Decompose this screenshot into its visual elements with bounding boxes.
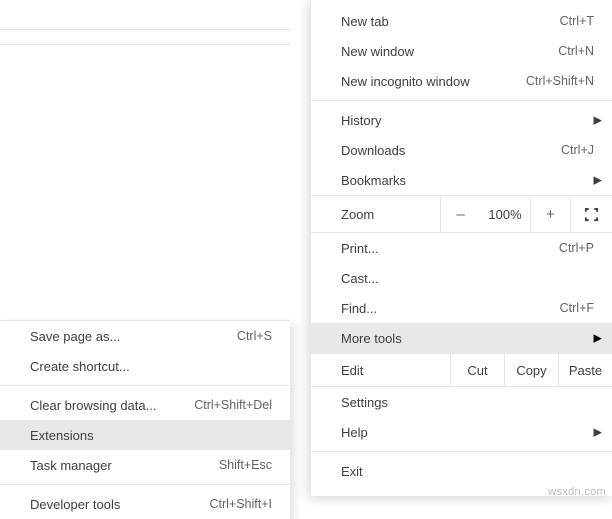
submenu-task-manager[interactable]: Task manager Shift+Esc <box>0 450 290 480</box>
menu-label: Extensions <box>30 428 272 443</box>
submenu-save-page[interactable]: Save page as... Ctrl+S <box>0 321 290 351</box>
menu-label: Help <box>341 425 594 440</box>
menu-label: Settings <box>341 395 594 410</box>
menu-exit[interactable]: Exit <box>311 456 612 486</box>
menu-print[interactable]: Print... Ctrl+P <box>311 233 612 263</box>
menu-label: Save page as... <box>30 329 237 344</box>
menu-shortcut: Ctrl+Shift+I <box>209 497 272 511</box>
menu-zoom-row: Zoom – 100% + <box>311 195 612 233</box>
menu-label: Exit <box>341 464 594 479</box>
chevron-right-icon: ▶ <box>594 332 602 345</box>
menu-more-tools[interactable]: More tools ▶ <box>311 323 612 353</box>
menu-label: History <box>341 113 594 128</box>
menu-history[interactable]: History ▶ <box>311 105 612 135</box>
zoom-in-button[interactable]: + <box>530 196 570 232</box>
menu-shortcut: Ctrl+P <box>559 241 594 255</box>
separator <box>311 451 612 452</box>
menu-label: Clear browsing data... <box>30 398 194 413</box>
menu-shortcut: Ctrl+J <box>561 143 594 157</box>
menu-label: Find... <box>341 301 560 316</box>
zoom-out-button[interactable]: – <box>440 196 480 232</box>
submenu-create-shortcut[interactable]: Create shortcut... <box>0 351 290 381</box>
separator <box>0 484 290 485</box>
submenu-extensions[interactable]: Extensions <box>0 420 290 450</box>
menu-new-tab[interactable]: New tab Ctrl+T <box>311 6 612 36</box>
menu-settings[interactable]: Settings <box>311 387 612 417</box>
menu-cast[interactable]: Cast... <box>311 263 612 293</box>
watermark: wsxdn.com <box>548 486 606 498</box>
fullscreen-button[interactable] <box>570 196 612 232</box>
submenu-clear-data[interactable]: Clear browsing data... Ctrl+Shift+Del <box>0 390 290 420</box>
menu-shortcut: Ctrl+N <box>558 44 594 58</box>
edit-label: Edit <box>341 363 450 378</box>
menu-new-incognito[interactable]: New incognito window Ctrl+Shift+N <box>311 66 612 96</box>
submenu-developer-tools[interactable]: Developer tools Ctrl+Shift+I <box>0 489 290 519</box>
menu-label: Developer tools <box>30 497 209 512</box>
menu-label: Cast... <box>341 271 594 286</box>
toolbar-fragment-2 <box>0 35 290 45</box>
menu-new-window[interactable]: New window Ctrl+N <box>311 36 612 66</box>
menu-shortcut: Ctrl+Shift+Del <box>194 398 272 412</box>
chevron-right-icon: ▶ <box>594 114 602 127</box>
paste-button[interactable]: Paste <box>558 354 612 386</box>
menu-label: Bookmarks <box>341 173 594 188</box>
more-tools-submenu: Save page as... Ctrl+S Create shortcut..… <box>0 320 290 519</box>
menu-label: Print... <box>341 241 559 256</box>
copy-button[interactable]: Copy <box>504 354 558 386</box>
menu-label: New tab <box>341 14 560 29</box>
menu-shortcut: Ctrl+S <box>237 329 272 343</box>
chevron-right-icon: ▶ <box>594 174 602 187</box>
menu-help[interactable]: Help ▶ <box>311 417 612 447</box>
menu-downloads[interactable]: Downloads Ctrl+J <box>311 135 612 165</box>
menu-label: More tools <box>341 331 594 346</box>
menu-label: Create shortcut... <box>30 359 272 374</box>
chevron-right-icon: ▶ <box>594 426 602 439</box>
toolbar-fragment-top <box>0 0 290 30</box>
separator <box>311 100 612 101</box>
menu-edit-row: Edit Cut Copy Paste <box>311 353 612 387</box>
menu-find[interactable]: Find... Ctrl+F <box>311 293 612 323</box>
minus-icon: – <box>456 206 464 223</box>
menu-bookmarks[interactable]: Bookmarks ▶ <box>311 165 612 195</box>
menu-shortcut: Shift+Esc <box>219 458 272 472</box>
zoom-percent: 100% <box>480 207 530 222</box>
menu-shortcut: Ctrl+F <box>560 301 594 315</box>
plus-icon: + <box>546 206 555 223</box>
separator <box>0 385 290 386</box>
menu-label: New window <box>341 44 558 59</box>
fullscreen-icon <box>584 207 599 222</box>
page-blank-area <box>0 46 290 320</box>
menu-label: New incognito window <box>341 74 526 89</box>
menu-label: Task manager <box>30 458 219 473</box>
chrome-main-menu: New tab Ctrl+T New window Ctrl+N New inc… <box>310 0 612 496</box>
cut-button[interactable]: Cut <box>450 354 504 386</box>
menu-label: Downloads <box>341 143 561 158</box>
menu-shortcut: Ctrl+T <box>560 14 594 28</box>
menu-shortcut: Ctrl+Shift+N <box>526 74 594 88</box>
zoom-label: Zoom <box>341 207 440 222</box>
